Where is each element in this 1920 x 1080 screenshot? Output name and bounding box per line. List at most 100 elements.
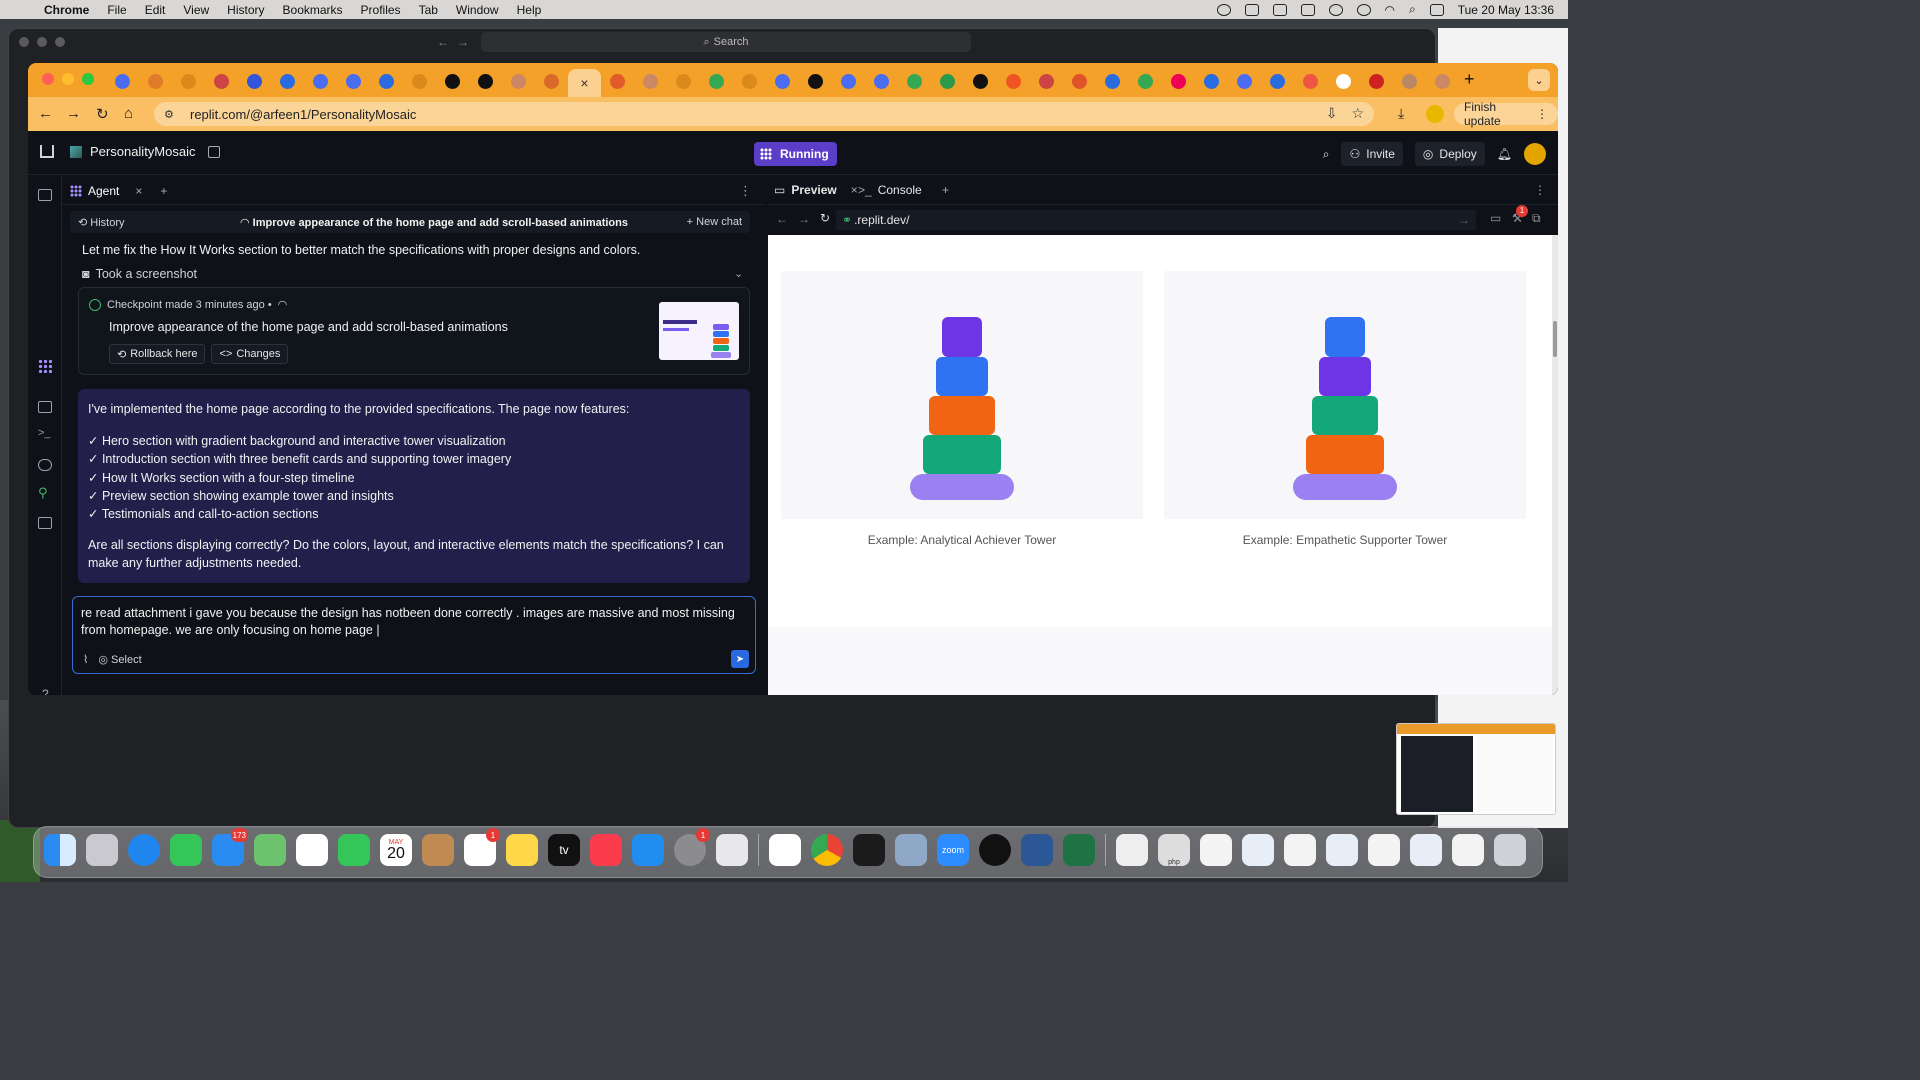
- screenshot-stack-icon[interactable]: [1368, 834, 1400, 866]
- back-arrow-icon[interactable]: ←: [776, 212, 788, 226]
- safari-icon[interactable]: [128, 834, 160, 866]
- close-tab-icon[interactable]: ×: [135, 184, 142, 198]
- tab-preview[interactable]: ▭ Preview ×: [774, 183, 858, 197]
- chat-input[interactable]: re read attachment i gave you because th…: [72, 596, 756, 674]
- browser-tab[interactable]: [997, 69, 1030, 93]
- forward-arrow-icon[interactable]: →: [66, 105, 81, 122]
- files-icon[interactable]: [38, 189, 52, 201]
- trash-icon[interactable]: [1494, 834, 1526, 866]
- finish-update-button[interactable]: Finish update ⋮: [1454, 100, 1558, 128]
- browser-tab[interactable]: [238, 69, 271, 93]
- calendar-icon[interactable]: MAY 20: [380, 834, 412, 866]
- preview-url-input[interactable]: ⚭ .replit.dev/ →: [836, 210, 1476, 230]
- browser-tab[interactable]: [667, 69, 700, 93]
- background-window-nav-arrows[interactable]: ←→: [437, 35, 477, 49]
- menu-window[interactable]: Window: [456, 3, 499, 17]
- forward-arrow-icon[interactable]: →: [798, 212, 810, 226]
- notes-icon[interactable]: [506, 834, 538, 866]
- select-button[interactable]: ◎ Select: [98, 653, 141, 666]
- screenshot-stack-icon[interactable]: [1242, 834, 1274, 866]
- chrome-icon[interactable]: [811, 834, 843, 866]
- php-file-icon[interactable]: php: [1158, 834, 1190, 866]
- facetime-icon[interactable]: [338, 834, 370, 866]
- browser-tab[interactable]: [634, 69, 667, 93]
- music-icon[interactable]: [590, 834, 622, 866]
- word-icon[interactable]: [1021, 834, 1053, 866]
- go-arrow-icon[interactable]: →: [1458, 213, 1470, 227]
- tab-search-chevron-icon[interactable]: ⌄: [1528, 69, 1550, 91]
- bookmark-star-icon[interactable]: ☆: [1351, 105, 1364, 122]
- menu-help[interactable]: Help: [517, 3, 542, 17]
- app-store-icon[interactable]: [632, 834, 664, 866]
- browser-tab[interactable]: [1294, 69, 1327, 93]
- zoom-status-icon[interactable]: [1244, 3, 1259, 16]
- new-tab-icon[interactable]: +: [1464, 69, 1475, 90]
- changes-button[interactable]: <> Changes: [211, 344, 289, 364]
- new-chat-button[interactable]: + New chat: [687, 216, 742, 228]
- screenshot-stack-icon[interactable]: [1284, 834, 1316, 866]
- screenshot-stack-icon[interactable]: [1452, 834, 1484, 866]
- browser-tab[interactable]: [535, 69, 568, 93]
- browser-tab[interactable]: [1162, 69, 1195, 93]
- active-browser-tab[interactable]: ×: [568, 69, 601, 97]
- browser-tab[interactable]: [1195, 69, 1228, 93]
- browser-tab[interactable]: [1063, 69, 1096, 93]
- panel-menu-icon[interactable]: ⋮: [739, 183, 752, 199]
- browser-tab[interactable]: [1030, 69, 1063, 93]
- mail-icon[interactable]: 173: [212, 828, 248, 866]
- browser-tab[interactable]: [205, 69, 238, 93]
- browser-tab[interactable]: [1327, 69, 1360, 93]
- zoom-icon[interactable]: zoom: [937, 834, 969, 866]
- user-status-icon[interactable]: [1328, 3, 1343, 16]
- browser-tab[interactable]: [1129, 69, 1162, 93]
- screenshot-stack-icon[interactable]: [1410, 834, 1442, 866]
- reminders-icon[interactable]: 1: [464, 828, 500, 866]
- background-window-traffic-lights[interactable]: [19, 37, 65, 47]
- deployments-rail-icon[interactable]: ⚲: [38, 485, 48, 501]
- play-status-icon[interactable]: [1356, 3, 1371, 16]
- attach-paperclip-icon[interactable]: ⌇: [83, 653, 88, 666]
- omnibox-url[interactable]: replit.com/@arfeen1/PersonalityMosaic: [190, 107, 416, 122]
- omnibox[interactable]: ⚙ replit.com/@arfeen1/PersonalityMosaic …: [154, 102, 1374, 126]
- browser-tab[interactable]: [1360, 69, 1393, 93]
- add-tab-icon[interactable]: +: [160, 184, 167, 198]
- browser-tab[interactable]: [370, 69, 403, 93]
- launchpad-icon[interactable]: [86, 834, 118, 866]
- database-icon[interactable]: [38, 459, 52, 471]
- excel-icon[interactable]: [1063, 834, 1095, 866]
- notifications-bell-icon[interactable]: 🔔︎: [1497, 147, 1512, 161]
- chatgpt-icon[interactable]: [979, 834, 1011, 866]
- browser-tab[interactable]: [1096, 69, 1129, 93]
- menu-view[interactable]: View: [183, 3, 209, 17]
- screenshot-stack-icon[interactable]: [1200, 834, 1232, 866]
- browser-tab[interactable]: [502, 69, 535, 93]
- messages-icon[interactable]: [170, 834, 202, 866]
- browser-tab[interactable]: [700, 69, 733, 93]
- screenshot-stack-icon[interactable]: [1326, 834, 1358, 866]
- vscode-icon[interactable]: [769, 834, 801, 866]
- system-info-icon[interactable]: [895, 834, 927, 866]
- tools-status-icon[interactable]: [1272, 3, 1287, 16]
- browser-tab[interactable]: [832, 69, 865, 93]
- apple-tv-icon[interactable]: tv: [548, 834, 580, 866]
- browser-tab[interactable]: [106, 69, 139, 93]
- browser-tab[interactable]: [799, 69, 832, 93]
- maps-icon[interactable]: [254, 834, 286, 866]
- display-status-icon[interactable]: [1300, 3, 1315, 16]
- send-icon[interactable]: ➤: [731, 650, 749, 668]
- downloads-icon[interactable]: ⤓: [1398, 105, 1404, 122]
- window-thumbnail-preview[interactable]: [1396, 723, 1556, 815]
- browser-tab[interactable]: [271, 69, 304, 93]
- back-arrow-icon[interactable]: ←: [38, 105, 53, 122]
- panel-menu-icon[interactable]: ⋮: [1534, 183, 1546, 197]
- maximize-window-icon[interactable]: [82, 73, 94, 85]
- browser-tab[interactable]: [172, 69, 205, 93]
- all-tools-icon[interactable]: [38, 517, 52, 529]
- browser-tab[interactable]: [139, 69, 172, 93]
- deploy-button[interactable]: ◎ Deploy: [1414, 142, 1485, 166]
- reload-icon[interactable]: ↻: [96, 105, 109, 123]
- browser-tab[interactable]: [436, 69, 469, 93]
- browser-tab[interactable]: [304, 69, 337, 93]
- chat-input-text[interactable]: re read attachment i gave you because th…: [81, 605, 741, 639]
- browser-tab[interactable]: [403, 69, 436, 93]
